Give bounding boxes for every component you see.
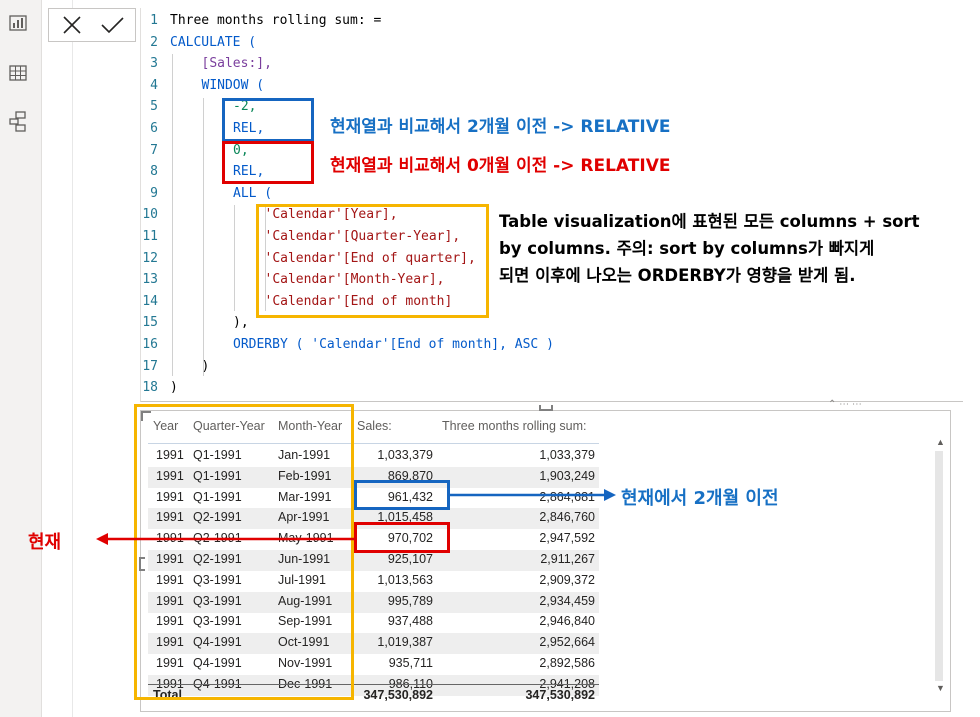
checkmark-icon[interactable] (97, 13, 127, 37)
canvas-border (72, 0, 73, 717)
line-code: ) (170, 380, 178, 396)
table-cell[interactable]: 2,911,267 (540, 552, 595, 566)
scroll-track[interactable] (935, 451, 943, 681)
data-view-icon[interactable] (7, 62, 29, 84)
rolling-sum-header[interactable]: Three months rolling sum: (442, 419, 587, 433)
line-number: 6 (150, 121, 158, 136)
highlight-all-columns (256, 204, 489, 318)
line-code: ) (201, 358, 210, 374)
table-cell[interactable]: 1,033,379 (539, 448, 595, 462)
model-view-icon[interactable] (7, 110, 29, 132)
line-code: Three months rolling sum: = (170, 13, 382, 28)
line-number: 10 (142, 207, 158, 223)
table-cell[interactable]: 925,107 (388, 552, 433, 566)
table-cell[interactable]: 2,946,840 (539, 614, 595, 628)
table-cell[interactable]: 1,019,387 (377, 635, 433, 649)
line-number: 8 (150, 164, 158, 180)
line-code: ), (233, 315, 249, 331)
note-all-columns-line2: by columns. 주의: sort by columns가 빠지게 (499, 239, 875, 258)
line-number: 12 (142, 250, 158, 266)
report-view-icon[interactable] (7, 12, 29, 34)
annotation-arrows (96, 489, 616, 545)
close-icon[interactable] (57, 13, 87, 37)
line-number: 16 (142, 337, 158, 352)
indent-guide (234, 205, 235, 311)
scroll-up-icon[interactable]: ▲ (936, 437, 945, 447)
line-code: [Sales:], (201, 56, 272, 72)
line-number: 18 (142, 380, 158, 396)
indent-guide (203, 98, 204, 376)
table-cell[interactable]: 2,934,459 (539, 594, 595, 608)
view-rail (0, 0, 42, 717)
table-scrollbar[interactable]: ▲ ▼ (933, 437, 945, 695)
table-cell[interactable]: 2,909,372 (539, 573, 595, 587)
line-code: ORDERBY ( 'Calendar'[End of month], ASC … (233, 337, 554, 352)
highlight-mar-sales (354, 480, 450, 510)
note-all-columns-line3: 되면 이후에 나오는 ORDERBY가 영향을 받게 됨. (499, 266, 856, 285)
table-cell[interactable]: 995,789 (388, 594, 433, 608)
line-number: 11 (142, 229, 158, 244)
note-two-months-relative: 현재열과 비교해서 2개월 이전 -> RELATIVE (330, 117, 671, 137)
line-number: 15 (142, 315, 158, 331)
line-number: 9 (150, 185, 158, 201)
line-number: 3 (150, 56, 158, 72)
total-sales: 347,530,892 (363, 688, 433, 702)
table-cell[interactable]: 1,013,563 (377, 573, 433, 587)
table-cell[interactable]: 2,864,681 (539, 490, 595, 504)
scroll-down-icon[interactable]: ▼ (936, 683, 945, 693)
line-number: 13 (142, 272, 158, 288)
table-cell[interactable]: 1,033,379 (377, 448, 433, 462)
line-number: 17 (142, 358, 158, 374)
line-code: CALCULATE ( (170, 34, 257, 50)
table-cell[interactable]: 2,892,586 (539, 656, 595, 670)
total-rolling-sum: 347,530,892 (525, 688, 595, 702)
table-cell[interactable]: 935,711 (389, 656, 433, 670)
line-number: 1 (150, 13, 158, 28)
table-cell[interactable]: 937,488 (388, 614, 433, 628)
formula-actions (48, 8, 136, 42)
note-current: 현재 (28, 532, 62, 553)
line-code: ALL ( (233, 185, 273, 201)
table-cell[interactable]: 2,952,664 (539, 635, 595, 649)
resize-handle[interactable] (539, 405, 553, 411)
highlight-zero-rel (222, 141, 314, 184)
line-number: 5 (150, 99, 158, 115)
line-number: 14 (142, 293, 158, 309)
highlight-minus2-rel (222, 98, 314, 142)
visual-header-icons[interactable]: ⌃ ⋯ ⋯ (828, 400, 898, 410)
line-number: 7 (150, 142, 158, 158)
line-code: WINDOW ( (201, 77, 265, 93)
note-two-months-before: 현재에서 2개월 이전 (621, 488, 779, 509)
table-cell[interactable]: 1,903,249 (539, 469, 595, 483)
note-zero-months-relative: 현재열과 비교해서 0개월 이전 -> RELATIVE (330, 156, 671, 176)
sales-header[interactable]: Sales: (357, 419, 392, 433)
table-cell[interactable]: 2,846,760 (539, 510, 595, 524)
note-all-columns-line1: Table visualization에 표현된 모든 columns + so… (499, 212, 920, 231)
line-number: 4 (150, 77, 158, 93)
indent-guide (172, 54, 173, 376)
line-number: 2 (150, 34, 158, 50)
